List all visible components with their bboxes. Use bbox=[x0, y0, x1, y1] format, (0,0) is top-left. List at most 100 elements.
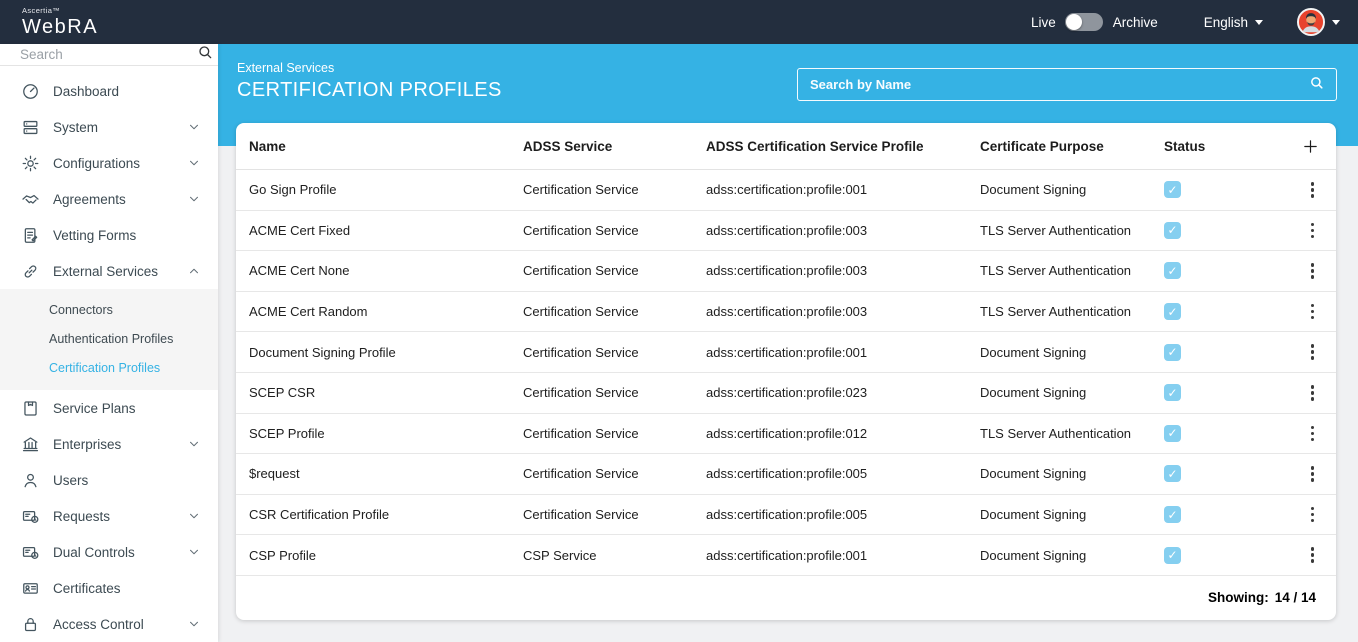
link-icon bbox=[21, 262, 40, 281]
sidebar-item-enterprises[interactable]: Enterprises bbox=[0, 426, 218, 462]
check-icon: ✓ bbox=[1167, 346, 1177, 358]
cell-adss-service: Certification Service bbox=[523, 182, 706, 197]
cell-cert-purpose: Document Signing bbox=[980, 345, 1164, 360]
table-row: CSP ProfileCSP Serviceadss:certification… bbox=[236, 535, 1336, 576]
status-checkbox[interactable]: ✓ bbox=[1164, 222, 1181, 239]
status-checkbox[interactable]: ✓ bbox=[1164, 425, 1181, 442]
chevron-down-icon bbox=[188, 618, 200, 630]
sidebar-item-certificates[interactable]: Certificates bbox=[0, 570, 218, 606]
row-actions-menu-icon[interactable] bbox=[1308, 423, 1318, 445]
document-icon bbox=[21, 226, 40, 245]
cell-adss-service: Certification Service bbox=[523, 385, 706, 400]
brand-product: WebRA bbox=[22, 17, 98, 37]
sidebar-item-label: Vetting Forms bbox=[53, 228, 136, 243]
sidebar-item-label: Dashboard bbox=[53, 84, 119, 99]
sidebar-item-external-services[interactable]: External Services bbox=[0, 253, 218, 289]
status-checkbox[interactable]: ✓ bbox=[1164, 181, 1181, 198]
row-actions-menu-icon[interactable] bbox=[1308, 260, 1318, 282]
cell-cert-purpose: Document Signing bbox=[980, 548, 1164, 563]
cell-name: ACME Cert Random bbox=[249, 304, 523, 319]
cell-name: CSR Certification Profile bbox=[249, 507, 523, 522]
row-actions-menu-icon[interactable] bbox=[1308, 504, 1318, 526]
cell-name: Go Sign Profile bbox=[249, 182, 523, 197]
sidebar-item-label: Service Plans bbox=[53, 401, 136, 416]
check-icon: ✓ bbox=[1167, 265, 1177, 277]
row-actions-menu-icon[interactable] bbox=[1308, 220, 1318, 242]
add-profile-button[interactable] bbox=[1298, 134, 1322, 158]
status-checkbox[interactable]: ✓ bbox=[1164, 465, 1181, 482]
search-icon[interactable] bbox=[1309, 75, 1324, 95]
status-checkbox[interactable]: ✓ bbox=[1164, 344, 1181, 361]
sidebar-subitem-certification-profiles[interactable]: Certification Profiles bbox=[0, 353, 218, 382]
request-card-icon bbox=[21, 507, 40, 526]
sidebar-item-label: Certificates bbox=[53, 581, 121, 596]
sidebar-item-access-control[interactable]: Access Control bbox=[0, 606, 218, 642]
chevron-down-icon bbox=[188, 546, 200, 558]
search-by-name-input[interactable] bbox=[810, 77, 1309, 92]
archive-label: Archive bbox=[1113, 15, 1158, 30]
row-actions-menu-icon[interactable] bbox=[1308, 341, 1318, 363]
table-row: ACME Cert FixedCertification Serviceadss… bbox=[236, 211, 1336, 252]
main-content: External Services CERTIFICATION PROFILES… bbox=[218, 44, 1358, 642]
column-header-name: Name bbox=[249, 139, 523, 154]
status-checkbox[interactable]: ✓ bbox=[1164, 506, 1181, 523]
cell-name: ACME Cert None bbox=[249, 263, 523, 278]
status-checkbox[interactable]: ✓ bbox=[1164, 547, 1181, 564]
table-footer: Showing: 14 / 14 bbox=[236, 576, 1336, 620]
avatar bbox=[1297, 8, 1325, 36]
sidebar-search-input[interactable] bbox=[20, 47, 197, 62]
table-row: Document Signing ProfileCertification Se… bbox=[236, 332, 1336, 373]
cell-name: CSP Profile bbox=[249, 548, 523, 563]
user-menu[interactable] bbox=[1297, 8, 1340, 36]
sidebar-item-vetting-forms[interactable]: Vetting Forms bbox=[0, 217, 218, 253]
cell-adss-cert-profile: adss:certification:profile:001 bbox=[706, 182, 980, 197]
sidebar-item-configurations[interactable]: Configurations bbox=[0, 145, 218, 181]
table-row: ACME Cert NoneCertification Serviceadss:… bbox=[236, 251, 1336, 292]
sidebar-item-label: Agreements bbox=[53, 192, 126, 207]
row-actions-menu-icon[interactable] bbox=[1308, 382, 1318, 404]
row-actions-menu-icon[interactable] bbox=[1308, 301, 1318, 323]
sidebar-item-system[interactable]: System bbox=[0, 109, 218, 145]
lock-icon bbox=[21, 615, 40, 634]
sidebar-item-requests[interactable]: Requests bbox=[0, 498, 218, 534]
sidebar-item-label: Configurations bbox=[53, 156, 140, 171]
status-checkbox[interactable]: ✓ bbox=[1164, 262, 1181, 279]
row-actions-menu-icon[interactable] bbox=[1308, 463, 1318, 485]
external-services-submenu: ConnectorsAuthentication ProfilesCertifi… bbox=[0, 289, 218, 390]
sidebar-item-dual-controls[interactable]: Dual Controls bbox=[0, 534, 218, 570]
check-icon: ✓ bbox=[1167, 468, 1177, 480]
page-title: CERTIFICATION PROFILES bbox=[237, 79, 502, 102]
user-icon bbox=[21, 471, 40, 490]
sidebar-item-agreements[interactable]: Agreements bbox=[0, 181, 218, 217]
table-row: CSR Certification ProfileCertification S… bbox=[236, 495, 1336, 536]
check-icon: ✓ bbox=[1167, 509, 1177, 521]
sidebar-item-users[interactable]: Users bbox=[0, 462, 218, 498]
table-row: ACME Cert RandomCertification Serviceads… bbox=[236, 292, 1336, 333]
table-row: SCEP CSRCertification Serviceadss:certif… bbox=[236, 373, 1336, 414]
sidebar-item-label: Dual Controls bbox=[53, 545, 135, 560]
gauge-icon bbox=[21, 82, 40, 101]
sidebar-search bbox=[0, 44, 218, 66]
sidebar-subitem-connectors[interactable]: Connectors bbox=[0, 295, 218, 324]
sidebar-item-service-plans[interactable]: Service Plans bbox=[0, 390, 218, 426]
bank-icon bbox=[21, 435, 40, 454]
sidebar-item-label: Access Control bbox=[53, 617, 144, 632]
sidebar-subitem-authentication-profiles[interactable]: Authentication Profiles bbox=[0, 324, 218, 353]
status-checkbox[interactable]: ✓ bbox=[1164, 384, 1181, 401]
sidebar: Dashboard System Configurations Agreements V… bbox=[0, 44, 218, 642]
cell-adss-service: Certification Service bbox=[523, 223, 706, 238]
check-icon: ✓ bbox=[1167, 427, 1177, 439]
app-logo: Ascertia™ WebRA bbox=[22, 7, 98, 37]
chevron-down-icon bbox=[1255, 20, 1263, 25]
cell-adss-cert-profile: adss:certification:profile:003 bbox=[706, 223, 980, 238]
language-dropdown[interactable]: English bbox=[1204, 15, 1263, 30]
row-actions-menu-icon[interactable] bbox=[1308, 544, 1318, 566]
sidebar-item-dashboard[interactable]: Dashboard bbox=[0, 73, 218, 109]
chevron-down-icon bbox=[188, 193, 200, 205]
brand-company: Ascertia™ bbox=[22, 7, 98, 15]
live-archive-toggle[interactable] bbox=[1065, 13, 1103, 31]
row-actions-menu-icon[interactable] bbox=[1308, 179, 1318, 201]
showing-value: 14 / 14 bbox=[1275, 590, 1316, 605]
cell-adss-service: Certification Service bbox=[523, 466, 706, 481]
status-checkbox[interactable]: ✓ bbox=[1164, 303, 1181, 320]
